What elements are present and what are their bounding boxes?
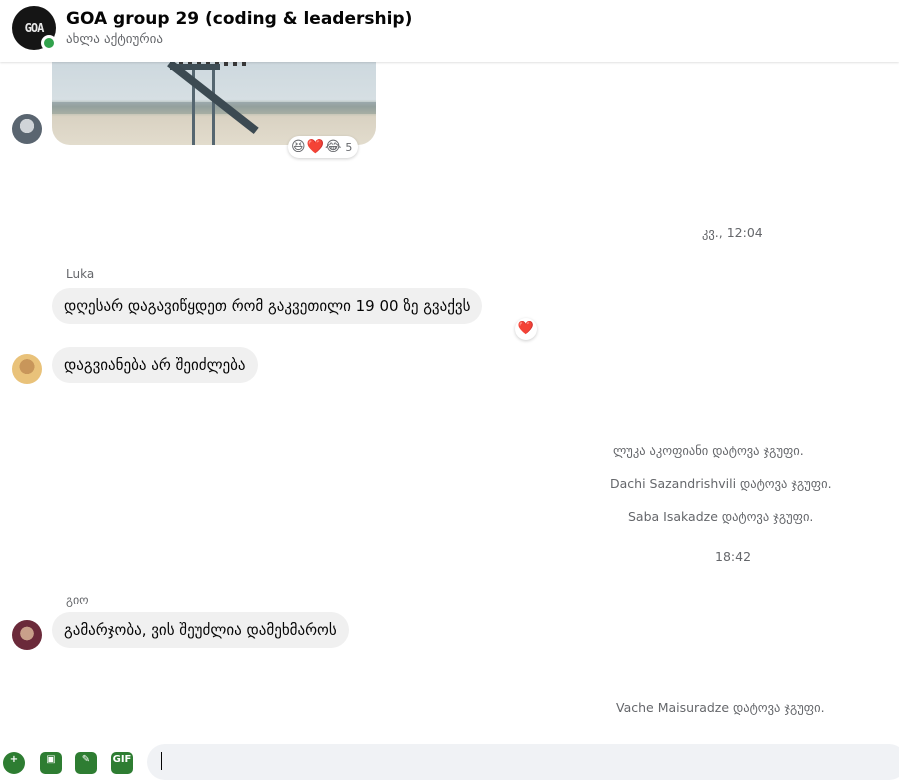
timestamp: 18:42 xyxy=(715,549,752,564)
message-bubble[interactable]: დაგვიანება არ შეიძლება xyxy=(52,347,258,383)
system-notice: Dachi Sazandrishvili დატოვა ჯგუფი. xyxy=(610,476,832,491)
avatar[interactable] xyxy=(12,354,42,384)
chat-status: ახლა აქტიურია xyxy=(66,32,163,47)
heart-reaction-icon[interactable]: ❤️ xyxy=(515,318,537,340)
reaction-count: 5 xyxy=(345,140,353,154)
text-caret xyxy=(161,752,162,770)
avatar[interactable] xyxy=(12,114,42,144)
avatar[interactable] xyxy=(12,620,42,650)
reaction-emoji: ❤️ xyxy=(306,139,325,155)
reaction-emoji: 😆 xyxy=(291,139,306,155)
image-icon[interactable]: ▣ xyxy=(40,752,62,774)
sender-name: Luka xyxy=(66,267,95,281)
chat-header: GOA GOA group 29 (coding & leadership) ა… xyxy=(0,0,899,62)
message-input[interactable] xyxy=(147,744,899,780)
plus-icon[interactable]: + xyxy=(3,752,25,774)
chat-title[interactable]: GOA group 29 (coding & leadership) xyxy=(66,9,412,29)
timestamp: კვ., 12:04 xyxy=(702,225,763,240)
goa-logo: GOA xyxy=(24,21,45,35)
online-status-dot xyxy=(41,35,57,51)
gif-icon[interactable]: GIF xyxy=(111,752,133,774)
system-notice: ლუკა აკოფიანი დატოვა ჯგუფი. xyxy=(613,443,804,458)
reaction-summary[interactable]: 😆 ❤️ 😂 5 xyxy=(288,136,359,158)
message-bubble[interactable]: დღესარ დაგავიწყდეთ რომ გაკვეთილი 19 00 ზ… xyxy=(52,288,483,324)
message-bubble[interactable]: გამარჯობა, ვის შეუძლია დამეხმაროს xyxy=(52,612,349,648)
sender-name: გიო xyxy=(66,593,89,607)
reaction-emoji: 😂 xyxy=(325,139,342,155)
sticker-icon[interactable]: ✎ xyxy=(75,752,97,774)
system-notice: Saba Isakadze დატოვა ჯგუფი. xyxy=(628,509,814,524)
system-notice: Vache Maisuradze დატოვა ჯგუფი. xyxy=(616,700,825,715)
image-support xyxy=(212,70,215,145)
